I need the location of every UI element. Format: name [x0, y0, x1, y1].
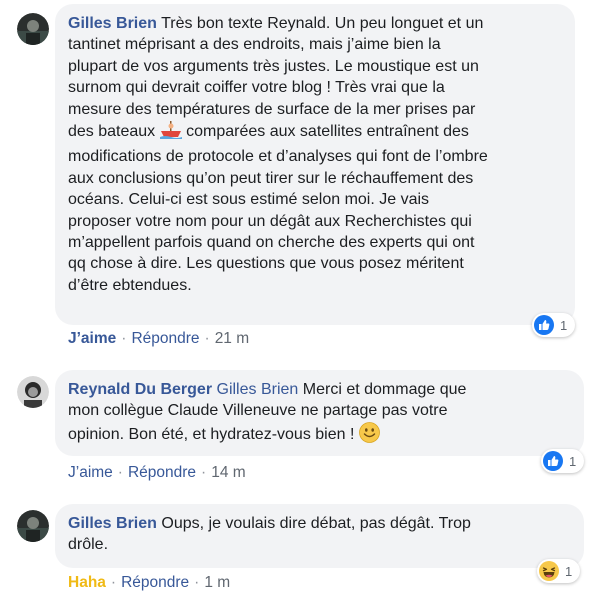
separator-dot: · [194, 574, 200, 591]
comment-text-line: surnom qui devrait coiffer votre blog ! … [68, 79, 445, 97]
comment-text-line: comparées aux satellites entraînent des [186, 123, 469, 141]
separator-dot: · [201, 464, 207, 481]
avatar[interactable] [17, 13, 49, 45]
separator-dot: · [110, 574, 117, 591]
comment-timestamp[interactable]: 1 m [204, 574, 230, 591]
mention-link[interactable]: Gilles Brien [217, 381, 299, 398]
comment-text-line: mon collègue Claude Villeneuve ne partag… [68, 402, 448, 420]
comment-text-line: Très bon texte Reynald. Un peu longuet e… [161, 15, 484, 32]
comment-text-line: d’être ebtendues. [68, 276, 192, 294]
comment-text-line: opinion. Bon été, et hydratez-vous bien … [68, 425, 355, 443]
haha-icon [539, 561, 559, 581]
avatar-gilles-brien-image [17, 13, 49, 45]
avatar-reynald-du-berger-image [17, 376, 49, 408]
separator-dot: · [117, 464, 123, 481]
comment-text-line: tantinet méprisant a des endroits, mais … [68, 36, 441, 54]
reply-button[interactable]: Répondre [121, 574, 189, 591]
comment-author[interactable]: Reynald Du Berger [68, 381, 212, 398]
comment-author[interactable]: Gilles Brien [68, 515, 157, 532]
reaction-count: 1 [560, 317, 568, 333]
comment-actions: J’aime · Répondre · 21 m [68, 330, 249, 348]
reaction-count: 1 [569, 453, 577, 469]
comment-text-line: des bateaux [68, 123, 156, 141]
like-button[interactable]: J’aime [68, 330, 116, 347]
comment-timestamp[interactable]: 21 m [215, 330, 249, 347]
comment-text-line: proposer votre nom pour un dégât aux Rec… [68, 212, 472, 230]
reaction-count-badge[interactable]: 1 [537, 559, 581, 583]
comment-text-line: Merci et dommage que [302, 381, 467, 398]
avatar-gilles-brien-image [17, 510, 49, 542]
smile-emoji [358, 421, 380, 449]
haha-reaction-button[interactable]: Haha [68, 574, 106, 591]
reply-button[interactable]: Répondre [131, 330, 199, 347]
comment-bubble: Gilles Brien Très bon texte Reynald. Un … [55, 4, 575, 325]
comment-actions: J’aime · Répondre · 14 m [68, 464, 246, 482]
reaction-count-badge[interactable]: 1 [541, 449, 585, 473]
comment-actions: Haha · Répondre · 1 m [68, 574, 230, 592]
reply-button[interactable]: Répondre [128, 464, 196, 481]
avatar[interactable] [17, 510, 49, 542]
comment-bubble: Gilles Brien Oups, je voulais dire débat… [55, 504, 584, 568]
comment-timestamp[interactable]: 14 m [211, 464, 245, 481]
comment-text-line: aux conclusions qu’on peut tirer sur le … [68, 169, 474, 187]
rowboat-emoji [159, 120, 182, 146]
reaction-count: 1 [565, 563, 573, 579]
comment-text-line: drôle. [68, 536, 109, 554]
like-button[interactable]: J’aime [68, 464, 113, 481]
comment-text-line: plupart de vos arguments très justes. Le… [68, 57, 479, 75]
like-icon [534, 315, 554, 335]
comment-bubble: Reynald Du Berger Gilles Brien Merci et … [55, 370, 584, 456]
comment-text-line: m’appellent parfois quand on cherche des… [68, 234, 475, 252]
comment-text-line: mesure des températures de surface de la… [68, 100, 476, 118]
comment-text-line: océans. Celui-ci est sous estimé selon m… [68, 191, 430, 209]
comment-text-line: Oups, je voulais dire débat, pas dégât. … [161, 515, 471, 532]
comment-text-line: qq chose à dire. Les questions que vous … [68, 255, 464, 273]
separator-dot: · [204, 330, 210, 347]
like-icon [543, 451, 563, 471]
comment-author[interactable]: Gilles Brien [68, 15, 157, 32]
separator-dot: · [121, 330, 127, 347]
reaction-count-badge[interactable]: 1 [532, 313, 576, 337]
avatar[interactable] [17, 376, 49, 408]
comment-text-line: modifications de protocole et d’analyses… [68, 148, 488, 166]
